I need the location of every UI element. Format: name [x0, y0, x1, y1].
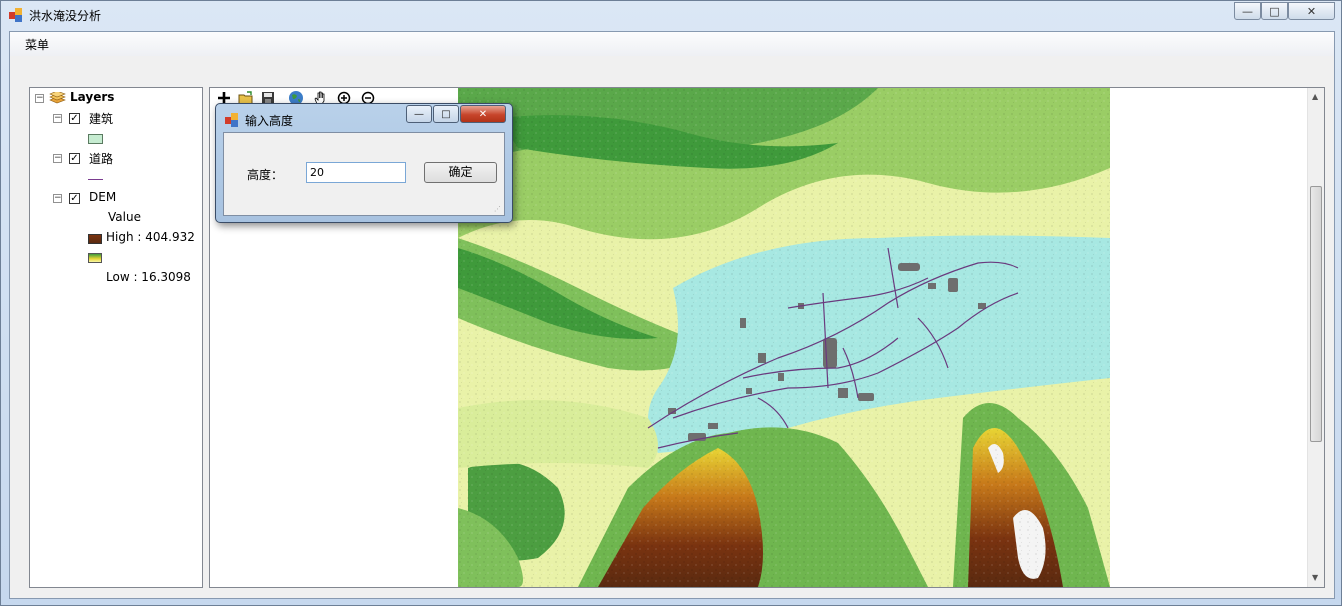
toc-root-label: Layers — [70, 90, 115, 104]
close-icon: ✕ — [478, 108, 488, 120]
map-canvas[interactable] — [458, 88, 1110, 587]
dem-texture — [458, 88, 1110, 587]
dialog-title: 输入高度 — [245, 114, 294, 128]
close-button[interactable]: ✕ — [1288, 2, 1335, 20]
collapse-layers-icon[interactable]: − — [35, 94, 44, 103]
dialog-body: 高度： 确定 ⋰ — [223, 132, 505, 216]
buildings-symbol — [88, 134, 103, 144]
dialog-close-button[interactable]: ✕ — [460, 105, 506, 123]
dem-low-label: Low : 16.3098 — [106, 270, 191, 284]
dialog-minimize-button[interactable]: — — [406, 105, 432, 123]
layer-buildings-label: 建筑 — [89, 112, 114, 126]
maximize-icon: □ — [1269, 4, 1280, 18]
menu-item-main[interactable]: 菜单 — [25, 36, 49, 53]
app-icon — [9, 8, 22, 22]
maximize-icon: □ — [441, 108, 451, 120]
scroll-up-icon[interactable]: ▲ — [1312, 92, 1318, 101]
input-height-dialog: 输入高度 — □ ✕ 高度： 确定 ⋰ — [215, 103, 513, 223]
title-bar[interactable]: 洪水淹没分析 — □ ✕ — [1, 1, 1341, 29]
layer-roads-checkbox[interactable]: ✓ — [69, 153, 80, 164]
collapse-layer-buildings-icon[interactable]: − — [53, 114, 62, 123]
vertical-scrollbar[interactable]: ▲ ▼ — [1307, 88, 1324, 587]
maximize-button[interactable]: □ — [1261, 2, 1288, 20]
roads-symbol — [88, 179, 103, 180]
minimize-icon: — — [414, 108, 424, 120]
menu-bar: 菜单 — [10, 32, 1334, 56]
toc-panel[interactable]: − Layers − ✓ 建筑 − ✓ 道路 − ✓ DEM Value Hig… — [29, 87, 203, 588]
collapse-layer-dem-icon[interactable]: − — [53, 194, 62, 203]
layers-icon — [49, 92, 66, 104]
dem-high-swatch — [88, 234, 102, 244]
dem-flood-map — [458, 88, 1110, 587]
minimize-button[interactable]: — — [1234, 2, 1261, 20]
window-title: 洪水淹没分析 — [29, 9, 102, 23]
dem-value-heading: Value — [108, 210, 141, 224]
dem-high-label: High : 404.932 — [106, 230, 195, 244]
layer-buildings-checkbox[interactable]: ✓ — [69, 113, 80, 124]
layer-roads-label: 道路 — [89, 152, 114, 166]
dem-gradient-swatch — [88, 253, 102, 263]
minimize-icon: — — [1242, 4, 1253, 18]
scroll-down-icon[interactable]: ▼ — [1312, 573, 1318, 582]
ok-button[interactable]: 确定 — [424, 162, 497, 183]
height-label: 高度： — [247, 168, 284, 182]
collapse-layer-roads-icon[interactable]: − — [53, 154, 62, 163]
layer-dem-label: DEM — [89, 190, 117, 204]
scrollbar-thumb[interactable] — [1310, 186, 1322, 442]
height-input[interactable] — [306, 162, 406, 183]
close-icon: ✕ — [1306, 4, 1317, 18]
dialog-maximize-button[interactable]: □ — [433, 105, 459, 123]
layer-dem-checkbox[interactable]: ✓ — [69, 193, 80, 204]
client-area: 菜单 − Layers − ✓ 建筑 − ✓ 道路 − ✓ DEM Value … — [9, 31, 1335, 599]
dialog-app-icon — [225, 113, 238, 127]
resize-grip-icon[interactable]: ⋰ — [494, 205, 501, 213]
main-window: 洪水淹没分析 — □ ✕ 菜单 − Layers − ✓ 建筑 − ✓ 道路 −… — [0, 0, 1342, 606]
